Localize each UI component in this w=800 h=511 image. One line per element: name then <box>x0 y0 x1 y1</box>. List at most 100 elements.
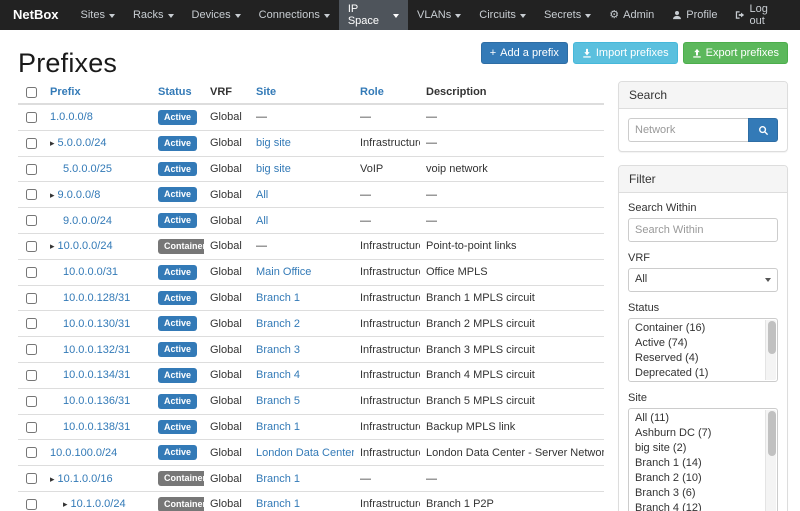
row-checkbox[interactable] <box>26 318 37 329</box>
nav-item-label: IP Space <box>348 3 389 27</box>
logout-icon <box>735 10 745 20</box>
row-checkbox[interactable] <box>26 396 37 407</box>
prefix-link[interactable]: 10.0.0.128/31 <box>63 292 130 304</box>
chevron-down-icon <box>393 14 399 18</box>
row-checkbox[interactable] <box>26 241 37 252</box>
prefix-link[interactable]: 10.0.0.134/31 <box>63 369 130 381</box>
row-checkbox[interactable] <box>26 112 37 123</box>
site-link[interactable]: All <box>256 215 268 227</box>
app-brand[interactable]: NetBox <box>0 0 72 30</box>
nav-item-secrets[interactable]: Secrets <box>535 0 600 30</box>
prefix-link[interactable]: 10.0.0.130/31 <box>63 318 130 330</box>
nav-item-vlans[interactable]: VLANs <box>408 0 470 30</box>
status-listbox[interactable]: Container (16)Active (74)Reserved (4)Dep… <box>628 318 778 382</box>
row-checkbox[interactable] <box>26 215 37 226</box>
prefix-link[interactable]: 10.0.0.136/31 <box>63 395 130 407</box>
expand-arrow-icon: ▸ <box>63 499 68 509</box>
scrollbar[interactable] <box>765 410 776 511</box>
row-checkbox[interactable] <box>26 499 37 510</box>
listbox-option[interactable]: Deprecated (1) <box>631 366 763 381</box>
site-link[interactable]: All <box>256 189 268 201</box>
row-checkbox[interactable] <box>26 164 37 175</box>
add-a-prefix-button[interactable]: +Add a prefix <box>481 42 568 64</box>
listbox-option[interactable]: Branch 1 (14) <box>631 456 763 471</box>
nav-item-sites[interactable]: Sites <box>72 0 124 30</box>
search-button[interactable] <box>748 118 778 142</box>
site-link[interactable]: London Data Center <box>256 447 354 459</box>
expand-arrow-icon: ▸ <box>50 138 55 148</box>
row-checkbox[interactable] <box>26 267 37 278</box>
site-label: Site <box>628 392 778 404</box>
status-badge: Container <box>158 497 204 511</box>
row-checkbox[interactable] <box>26 344 37 355</box>
nav-item-profile[interactable]: Profile <box>663 0 726 30</box>
prefix-link[interactable]: 10.0.0.132/31 <box>63 344 130 356</box>
prefix-table: PrefixStatusVRFSiteRoleDescription 1.0.0… <box>18 81 604 511</box>
prefix-link[interactable]: 9.0.0.0/24 <box>63 215 112 227</box>
nav-item-circuits[interactable]: Circuits <box>470 0 535 30</box>
search-input[interactable] <box>628 118 748 142</box>
prefix-link[interactable]: 10.1.0.0/24 <box>71 498 126 510</box>
site-link[interactable]: Branch 3 <box>256 344 300 356</box>
prefix-link[interactable]: 5.0.0.0/24 <box>58 137 107 149</box>
description-value: London Data Center - Server Network <box>420 440 604 466</box>
nav-item-admin[interactable]: ⚙Admin <box>600 0 663 30</box>
prefix-link[interactable]: 1.0.0.0/8 <box>50 111 93 123</box>
row-checkbox[interactable] <box>26 447 37 458</box>
listbox-option[interactable]: Branch 4 (12) <box>631 501 763 511</box>
listbox-option[interactable]: Active (74) <box>631 336 763 351</box>
select-all-checkbox[interactable] <box>26 87 37 98</box>
site-link[interactable]: Branch 2 <box>256 318 300 330</box>
listbox-option[interactable]: Container (16) <box>631 321 763 336</box>
site-link[interactable]: big site <box>256 137 291 149</box>
row-checkbox[interactable] <box>26 422 37 433</box>
nav-item-devices[interactable]: Devices <box>183 0 250 30</box>
prefix-link[interactable]: 10.0.0.0/24 <box>58 240 113 252</box>
site-link[interactable]: Branch 1 <box>256 473 300 485</box>
nav-item-log-out[interactable]: Log out <box>726 0 794 30</box>
listbox-option[interactable]: Ashburn DC (7) <box>631 426 763 441</box>
chevron-down-icon <box>520 14 526 18</box>
row-checkbox[interactable] <box>26 138 37 149</box>
site-link[interactable]: big site <box>256 163 291 175</box>
site-link[interactable]: Branch 1 <box>256 421 300 433</box>
site-link[interactable]: Main Office <box>256 266 311 278</box>
site-link[interactable]: Branch 1 <box>256 498 300 510</box>
prefix-link[interactable]: 10.0.0.0/31 <box>63 266 118 278</box>
listbox-option[interactable]: Branch 3 (6) <box>631 486 763 501</box>
prefix-link[interactable]: 10.0.100.0/24 <box>50 447 117 459</box>
status-badge: Active <box>158 291 197 306</box>
site-link[interactable]: Branch 1 <box>256 292 300 304</box>
nav-item-ip-space[interactable]: IP Space <box>339 0 408 30</box>
chevron-down-icon <box>109 14 115 18</box>
nav-item-connections[interactable]: Connections <box>250 0 339 30</box>
role-value: — <box>354 104 420 130</box>
prefix-link[interactable]: 5.0.0.0/25 <box>63 163 112 175</box>
row-checkbox[interactable] <box>26 189 37 200</box>
column-header-status[interactable]: Status <box>152 81 204 104</box>
chevron-down-icon <box>235 14 241 18</box>
export-prefixes-button[interactable]: Export prefixes <box>683 42 788 64</box>
vrf-select[interactable]: All <box>628 268 778 292</box>
prefix-link[interactable]: 10.0.0.138/31 <box>63 421 130 433</box>
row-checkbox[interactable] <box>26 293 37 304</box>
nav-item-racks[interactable]: Racks <box>124 0 183 30</box>
status-badge: Active <box>158 342 197 357</box>
search-within-input[interactable] <box>628 218 778 242</box>
column-header-role[interactable]: Role <box>354 81 420 104</box>
column-header-prefix[interactable]: Prefix <box>44 81 152 104</box>
prefix-link[interactable]: 10.1.0.0/16 <box>58 473 113 485</box>
column-header-site[interactable]: Site <box>250 81 354 104</box>
prefix-link[interactable]: 9.0.0.0/8 <box>58 189 101 201</box>
listbox-option[interactable]: big site (2) <box>631 441 763 456</box>
listbox-option[interactable]: Reserved (4) <box>631 351 763 366</box>
listbox-option[interactable]: All (11) <box>631 411 763 426</box>
site-link[interactable]: Branch 5 <box>256 395 300 407</box>
row-checkbox[interactable] <box>26 370 37 381</box>
site-link[interactable]: Branch 4 <box>256 369 300 381</box>
row-checkbox[interactable] <box>26 473 37 484</box>
scrollbar[interactable] <box>765 320 776 380</box>
site-listbox[interactable]: All (11)Ashburn DC (7)big site (2)Branch… <box>628 408 778 511</box>
import-prefixes-button[interactable]: Import prefixes <box>573 42 678 64</box>
listbox-option[interactable]: Branch 2 (10) <box>631 471 763 486</box>
